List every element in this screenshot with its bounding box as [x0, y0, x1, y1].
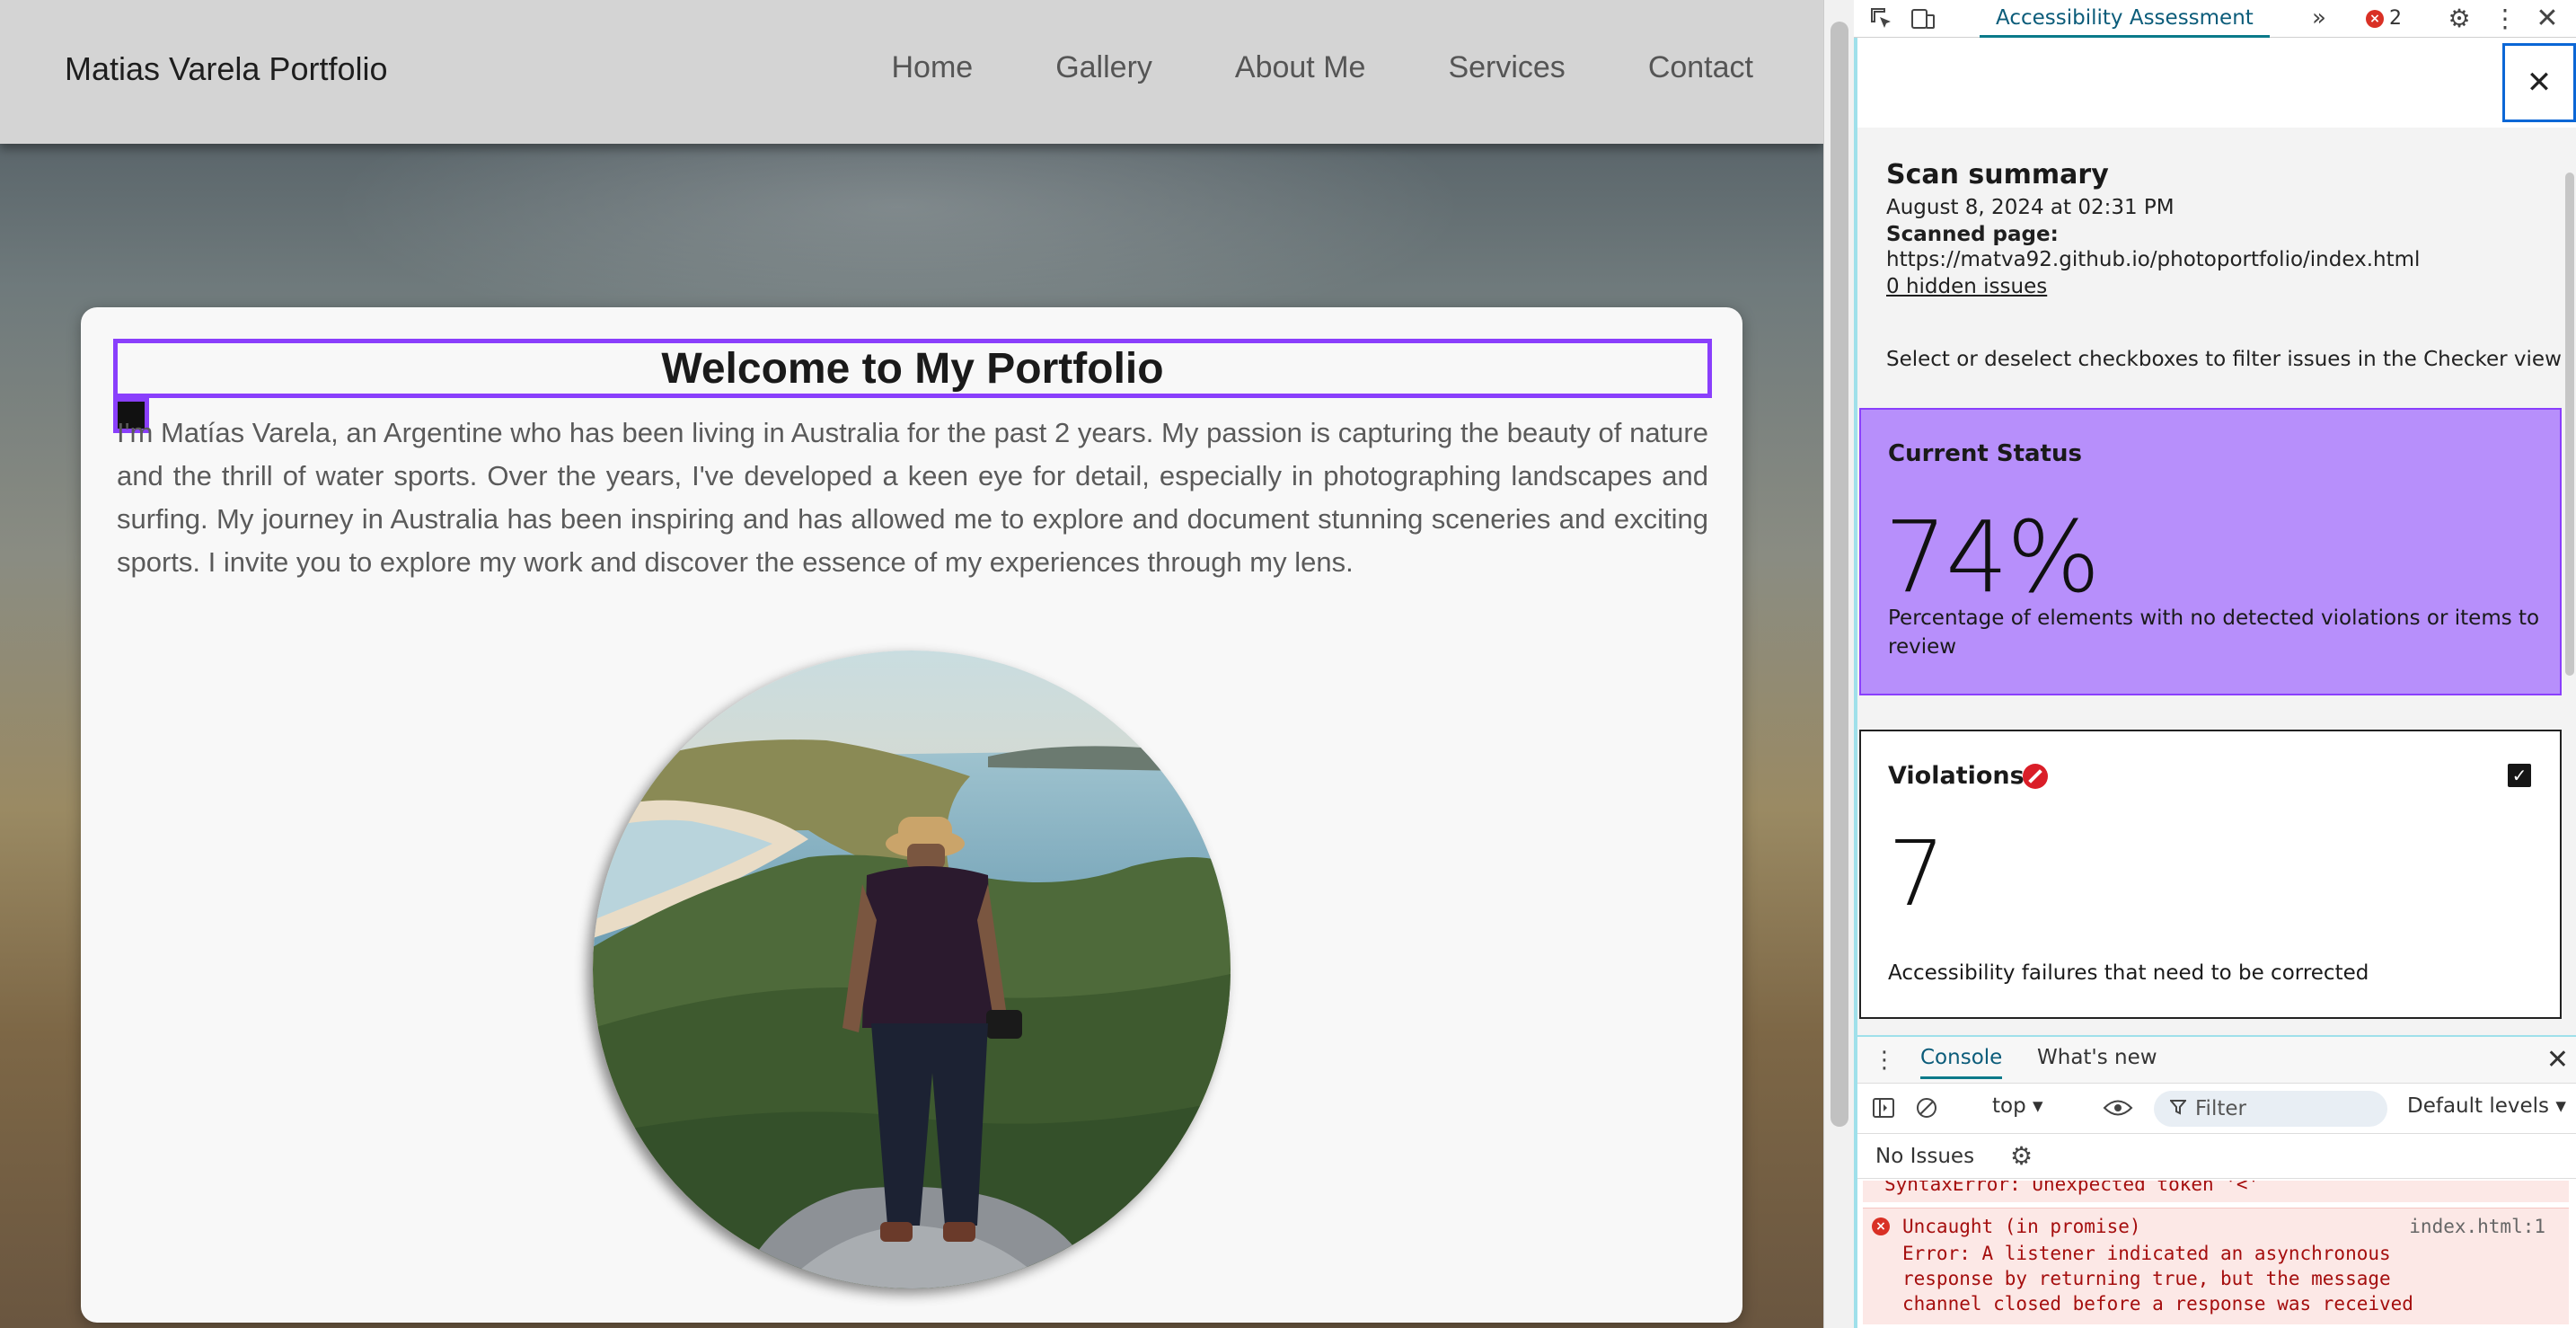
tab-accessibility-assessment[interactable]: Accessibility Assessment: [1980, 0, 2270, 38]
welcome-card: Welcome to My Portfolio I'm Matías Varel…: [81, 307, 1742, 1323]
sidebar-toggle-icon[interactable]: [1868, 1093, 1899, 1123]
devtools-panel: Accessibility Assessment » × 2 ⚙ ⋮ ✕ ✕ S…: [1854, 0, 2576, 1328]
tab-whats-new[interactable]: What's new: [2037, 1046, 2157, 1069]
violations-title: Violations: [1888, 762, 2025, 790]
nav-gallery[interactable]: Gallery: [1055, 50, 1152, 85]
scanned-page-label: Scanned page:: [1886, 223, 2059, 246]
page-scrollbar-thumb[interactable]: [1831, 22, 1848, 1127]
settings-gear-icon[interactable]: ⚙: [2443, 2, 2475, 34]
panel-scrollbar[interactable]: [2563, 137, 2576, 1017]
filter-icon: [2168, 1097, 2188, 1120]
close-drawer-icon[interactable]: ✕: [2546, 1044, 2569, 1076]
close-devtools-icon[interactable]: ✕: [2529, 2, 2565, 34]
more-tabs-chevron-icon[interactable]: »: [2303, 2, 2335, 34]
close-panel-button[interactable]: ✕: [2502, 43, 2576, 122]
page-title: Welcome to My Portfolio: [661, 344, 1164, 393]
error-count-badge[interactable]: × 2: [2366, 7, 2402, 30]
status-percentage: 74%: [1884, 500, 2100, 615]
website-viewport: Matias Varela Portfolio Home Gallery Abo…: [0, 0, 1823, 1328]
page-scrollbar[interactable]: [1823, 0, 1854, 1328]
drawer-tabs: ⋮ Console What's new ✕: [1857, 1037, 2576, 1084]
error-icon: ×: [1872, 1217, 1890, 1235]
tab-console[interactable]: Console: [1920, 1046, 2003, 1079]
scan-date: August 8, 2024 at 02:31 PM: [1886, 196, 2175, 219]
violations-checkbox[interactable]: ✓: [2508, 764, 2531, 787]
site-brand[interactable]: Matias Varela Portfolio: [65, 50, 388, 88]
profile-photo: [593, 651, 1231, 1288]
heading-highlight: Welcome to My Portfolio: [113, 339, 1712, 398]
nav-links: Home Gallery About Me Services Contact: [892, 50, 1754, 85]
error-source-link[interactable]: index.html:1: [2409, 1216, 2545, 1237]
error-body: Error: A listener indicated an asynchron…: [1902, 1243, 2413, 1315]
inspect-element-icon[interactable]: [1866, 4, 1897, 34]
previous-error-text: SyntaxError: Unexpected token '<': [1884, 1181, 2260, 1195]
status-description: Percentage of elements with no detected …: [1888, 606, 2540, 659]
current-status-card[interactable]: Current Status 74% Percentage of element…: [1859, 408, 2562, 695]
accessibility-panel: ✕ Scan summary August 8, 2024 at 02:31 P…: [1854, 38, 2576, 1035]
nav-contact[interactable]: Contact: [1648, 50, 1753, 85]
photographer-landscape-image: [593, 651, 1231, 1288]
filter-instructions: Select or deselect checkboxes to filter …: [1886, 348, 2562, 371]
console-message-previous: SyntaxError: Unexpected token '<': [1863, 1181, 2569, 1202]
context-selector[interactable]: top ▾: [1992, 1094, 2043, 1118]
clear-console-icon[interactable]: [1911, 1093, 1942, 1123]
violations-description: Accessibility failures that need to be c…: [1888, 961, 2369, 985]
scan-summary: Scan summary August 8, 2024 at 02:31 PM …: [1886, 159, 2551, 298]
site-navbar: Matias Varela Portfolio Home Gallery Abo…: [0, 0, 1823, 144]
hidden-issues-link[interactable]: 0 hidden issues: [1886, 275, 2551, 298]
scanned-page-url: https://matva92.github.io/photoportfolio…: [1886, 248, 2421, 271]
console-settings-icon[interactable]: ⚙: [2010, 1141, 2033, 1171]
console-drawer: ⋮ Console What's new ✕ top ▾ Filter Defa…: [1854, 1035, 2576, 1328]
nav-services[interactable]: Services: [1448, 50, 1565, 85]
panel-scrollbar-thumb[interactable]: [2565, 173, 2574, 676]
nav-about-me[interactable]: About Me: [1235, 50, 1366, 85]
error-title[interactable]: Uncaught (in promise): [1902, 1216, 2141, 1237]
scan-summary-title: Scan summary: [1886, 159, 2109, 190]
filter-placeholder: Filter: [2195, 1097, 2246, 1120]
error-icon: ×: [2366, 9, 2384, 28]
no-issues-label[interactable]: No Issues: [1875, 1145, 1974, 1168]
console-error-message: × Uncaught (in promise) index.html:1 Err…: [1863, 1208, 2569, 1324]
live-expression-eye-icon[interactable]: [2100, 1093, 2136, 1123]
issues-row: No Issues ⚙: [1857, 1134, 2576, 1179]
devtools-toolbar: Accessibility Assessment » × 2 ⚙ ⋮ ✕: [1854, 0, 2576, 38]
console-toolbar: top ▾ Filter Default levels ▾: [1857, 1084, 2576, 1134]
violations-count: 7: [1888, 821, 1945, 926]
log-levels-dropdown[interactable]: Default levels ▾: [2407, 1094, 2566, 1118]
more-options-icon[interactable]: ⋮: [2492, 2, 2519, 34]
violations-card[interactable]: Violations ✓ 7 Accessibility failures th…: [1859, 730, 2562, 1019]
error-count-value: 2: [2389, 7, 2402, 30]
drawer-menu-icon[interactable]: ⋮: [1873, 1044, 1896, 1076]
device-toolbar-icon[interactable]: [1908, 4, 1938, 34]
intro-paragraph: I'm Matías Varela, an Argentine who has …: [117, 417, 1708, 578]
nav-home[interactable]: Home: [892, 50, 974, 85]
status-title: Current Status: [1888, 440, 2082, 467]
violation-icon: [2023, 764, 2048, 789]
panel-header: ✕: [1857, 38, 2576, 128]
console-filter-input[interactable]: Filter: [2154, 1091, 2387, 1127]
